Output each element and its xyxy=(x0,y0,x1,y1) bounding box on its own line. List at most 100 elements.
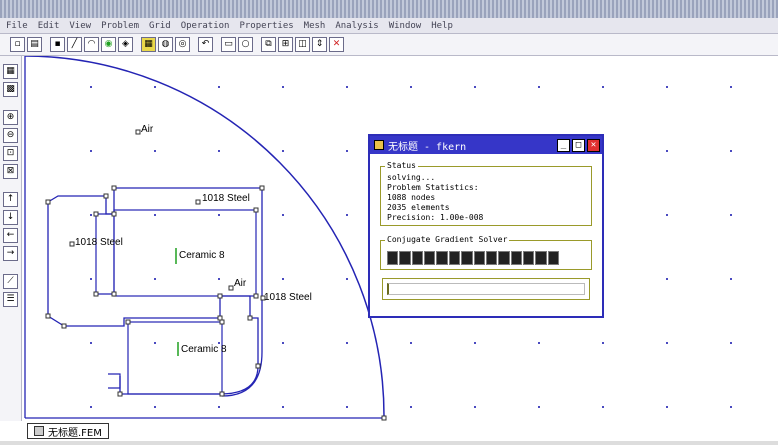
label-ceramic-top: Ceramic 8 xyxy=(179,250,225,261)
grid-dot xyxy=(282,214,284,216)
menu-view[interactable]: View xyxy=(69,21,91,31)
pan-right-icon[interactable]: → xyxy=(3,246,18,261)
move-icon[interactable]: ⊞ xyxy=(278,37,293,52)
circle-icon[interactable]: ○ xyxy=(238,37,253,52)
progress-segment xyxy=(411,251,424,265)
document-tab[interactable]: 无标题.FEM xyxy=(27,423,109,439)
progress-segment xyxy=(387,251,399,265)
grid-dot xyxy=(410,342,412,344)
menu-edit[interactable]: Edit xyxy=(38,21,60,31)
menu-operation[interactable]: Operation xyxy=(181,21,230,31)
grid-toggle-icon[interactable]: ▦ xyxy=(3,64,18,79)
geometry-nodes xyxy=(45,185,387,421)
menu-file[interactable]: File xyxy=(6,21,28,31)
label-ceramic-bottom: Ceramic 8 xyxy=(181,344,227,355)
document-tab-label: 无标题.FEM xyxy=(48,427,102,439)
grid-dot xyxy=(282,278,284,280)
main-toolbar: ▫ ▤ ▪ ╱ ◠ ◉ ◈ ▦ ◍ ◎ ↶ ▭ ○ ⧉ ⊞ ◫ ⇕ ✕ xyxy=(0,34,778,56)
maximize-icon[interactable]: □ xyxy=(572,138,585,152)
status-line-state: solving... xyxy=(387,173,436,182)
segment-icon[interactable]: ╱ xyxy=(67,37,82,52)
menu-problem[interactable]: Problem xyxy=(101,21,139,31)
material-icon[interactable]: ◍ xyxy=(158,37,173,52)
menu-analysis[interactable]: Analysis xyxy=(335,21,378,31)
group-icon[interactable]: ◈ xyxy=(118,37,133,52)
progress-segment xyxy=(547,251,560,265)
app-icon xyxy=(374,140,384,150)
grid-dot xyxy=(538,342,540,344)
label-steel-top: 1018 Steel xyxy=(202,193,250,204)
progress-segment xyxy=(448,251,461,265)
grid-dot xyxy=(282,150,284,152)
zoom-in-icon[interactable]: ⊕ xyxy=(3,110,18,125)
menu-grid[interactable]: Grid xyxy=(149,21,171,31)
block-icon[interactable]: ◉ xyxy=(101,37,116,52)
grid-dot xyxy=(666,406,668,408)
grid-dot xyxy=(410,406,412,408)
rect-icon[interactable]: ▭ xyxy=(221,37,236,52)
grid-dot xyxy=(218,278,220,280)
zoom-out-icon[interactable]: ⊖ xyxy=(3,128,18,143)
grid-dot xyxy=(90,86,92,88)
grid-dot xyxy=(730,406,732,408)
grid-dot xyxy=(282,86,284,88)
grid-dot xyxy=(474,342,476,344)
grid-dot xyxy=(346,406,348,408)
grid-dot xyxy=(346,278,348,280)
status-group: Status solving... Problem Statistics: 10… xyxy=(380,160,592,226)
block-marker-air-mid xyxy=(228,285,234,291)
secondary-progress-box xyxy=(382,278,590,300)
boundary-icon[interactable]: ◎ xyxy=(175,37,190,52)
pan-left-icon[interactable]: ← xyxy=(3,228,18,243)
minimize-icon[interactable]: _ xyxy=(557,138,570,152)
grid-dot xyxy=(410,86,412,88)
solver-progress-bar xyxy=(387,251,560,265)
snap-grid-icon[interactable]: ▩ xyxy=(3,82,18,97)
app-titlebar xyxy=(0,0,778,18)
zoom-fit-icon[interactable]: ⊡ xyxy=(3,146,18,161)
open-icon[interactable]: ▤ xyxy=(27,37,42,52)
menu-help[interactable]: Help xyxy=(431,21,453,31)
new-icon[interactable]: ▫ xyxy=(10,37,25,52)
mesh-icon[interactable]: ▦ xyxy=(141,37,156,52)
measure-icon[interactable]: ⟋ xyxy=(3,274,18,289)
progress-segment xyxy=(510,251,522,265)
grid-dot xyxy=(666,86,668,88)
grid-dot xyxy=(730,150,732,152)
undo-icon[interactable]: ↶ xyxy=(198,37,213,52)
grid-dot xyxy=(218,150,220,152)
menu-mesh[interactable]: Mesh xyxy=(304,21,326,31)
copy-icon[interactable]: ⧉ xyxy=(261,37,276,52)
menu-properties[interactable]: Properties xyxy=(239,21,293,31)
solver-dialog-title: 无标题 - fkern xyxy=(388,141,467,153)
grid-dot xyxy=(346,86,348,88)
grid-dot xyxy=(218,214,220,216)
close-icon[interactable]: ✕ xyxy=(587,138,600,152)
grid-dot xyxy=(730,342,732,344)
delete-icon[interactable]: ✕ xyxy=(329,37,344,52)
steel-outer-outline xyxy=(47,202,259,395)
arc-icon[interactable]: ◠ xyxy=(84,37,99,52)
pan-down-icon[interactable]: ↓ xyxy=(3,210,18,225)
grid-dot xyxy=(602,406,604,408)
node-icon[interactable]: ▪ xyxy=(50,37,65,52)
grid-dot xyxy=(538,406,540,408)
status-line-heading: Problem Statistics: xyxy=(387,183,479,192)
mirror-icon[interactable]: ◫ xyxy=(295,37,310,52)
grid-dot xyxy=(730,278,732,280)
status-line-precision: Precision: 1.00e-008 xyxy=(387,213,484,222)
solver-dialog-titlebar[interactable]: 无标题 - fkern _ □ ✕ xyxy=(370,136,602,154)
menu-window[interactable]: Window xyxy=(389,21,422,31)
progress-segment xyxy=(424,251,436,265)
scale-icon[interactable]: ⇕ xyxy=(312,37,327,52)
grid-dot xyxy=(154,406,156,408)
zoom-window-icon[interactable]: ⊠ xyxy=(3,164,18,179)
progress-segment xyxy=(473,251,485,265)
label-air-top: Air xyxy=(141,124,154,135)
grid-dot xyxy=(90,342,92,344)
progress-segment xyxy=(485,251,498,265)
block-marker-steel-left xyxy=(69,241,75,247)
bottom-stub xyxy=(108,373,121,389)
properties-icon[interactable]: ☰ xyxy=(3,292,18,307)
pan-up-icon[interactable]: ↑ xyxy=(3,192,18,207)
